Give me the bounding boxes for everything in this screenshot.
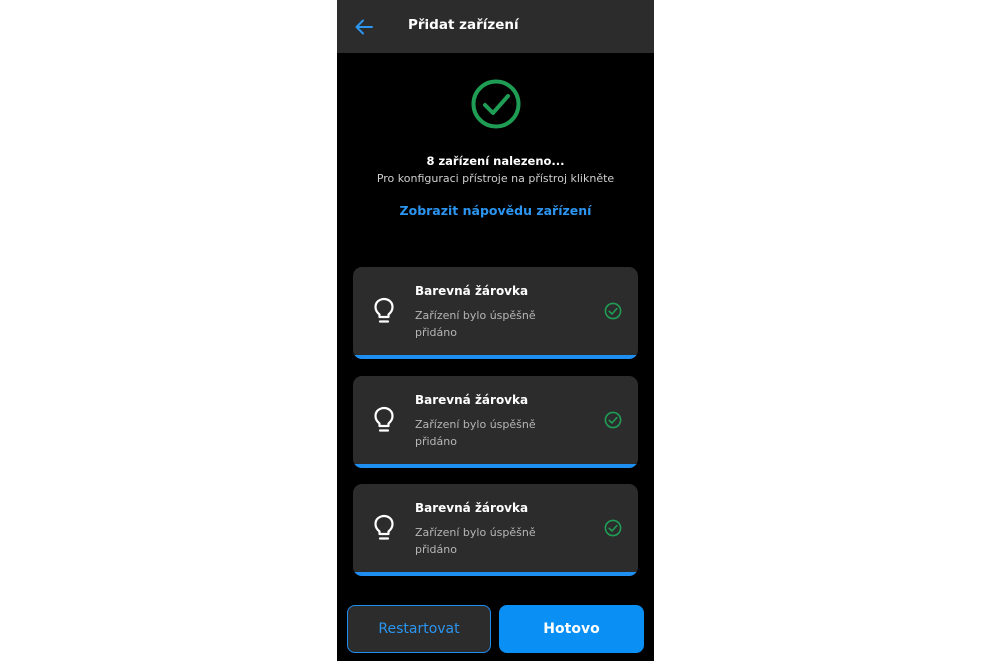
check-circle-icon	[471, 79, 521, 129]
check-circle-icon	[604, 411, 622, 429]
device-card[interactable]: Barevná žárovka Zařízení bylo úspěšně př…	[353, 376, 638, 468]
device-status: Zařízení bylo úspěšně přidáno	[415, 418, 536, 448]
device-card[interactable]: Barevná žárovka Zařízení bylo úspěšně př…	[353, 267, 638, 359]
lightbulb-icon	[374, 514, 394, 540]
devices-found-text: 8 zařízení nalezeno...	[426, 154, 565, 168]
device-card-accent-bar	[353, 355, 638, 359]
check-circle-icon	[604, 302, 622, 320]
device-name: Barevná žárovka	[415, 393, 529, 407]
device-help-link[interactable]: Zobrazit nápovědu zařízení	[337, 203, 654, 218]
device-card-accent-bar	[353, 464, 638, 468]
lightbulb-icon	[374, 297, 394, 323]
arrow-left-icon	[355, 19, 373, 35]
device-name: Barevná žárovka	[415, 284, 529, 298]
check-circle-icon	[604, 519, 622, 537]
configure-instruction: Pro konfiguraci přístroje na přístroj kl…	[376, 172, 615, 185]
device-status: Zařízení bylo úspěšně přidáno	[415, 526, 536, 556]
lightbulb-icon	[374, 406, 394, 432]
done-button[interactable]: Hotovo	[499, 605, 644, 653]
device-card-accent-bar	[353, 572, 638, 576]
page-title: Přidat zařízení	[408, 17, 519, 33]
device-status: Zařízení bylo úspěšně přidáno	[415, 309, 536, 339]
back-button[interactable]	[349, 12, 379, 42]
app-bar: Přidat zařízení	[337, 0, 654, 53]
restart-button[interactable]: Restartovat	[347, 605, 491, 653]
phone-screen: Přidat zařízení 8 zařízení nalezeno... P…	[337, 0, 654, 661]
device-name: Barevná žárovka	[415, 501, 529, 515]
device-card[interactable]: Barevná žárovka Zařízení bylo úspěšně př…	[353, 484, 638, 576]
